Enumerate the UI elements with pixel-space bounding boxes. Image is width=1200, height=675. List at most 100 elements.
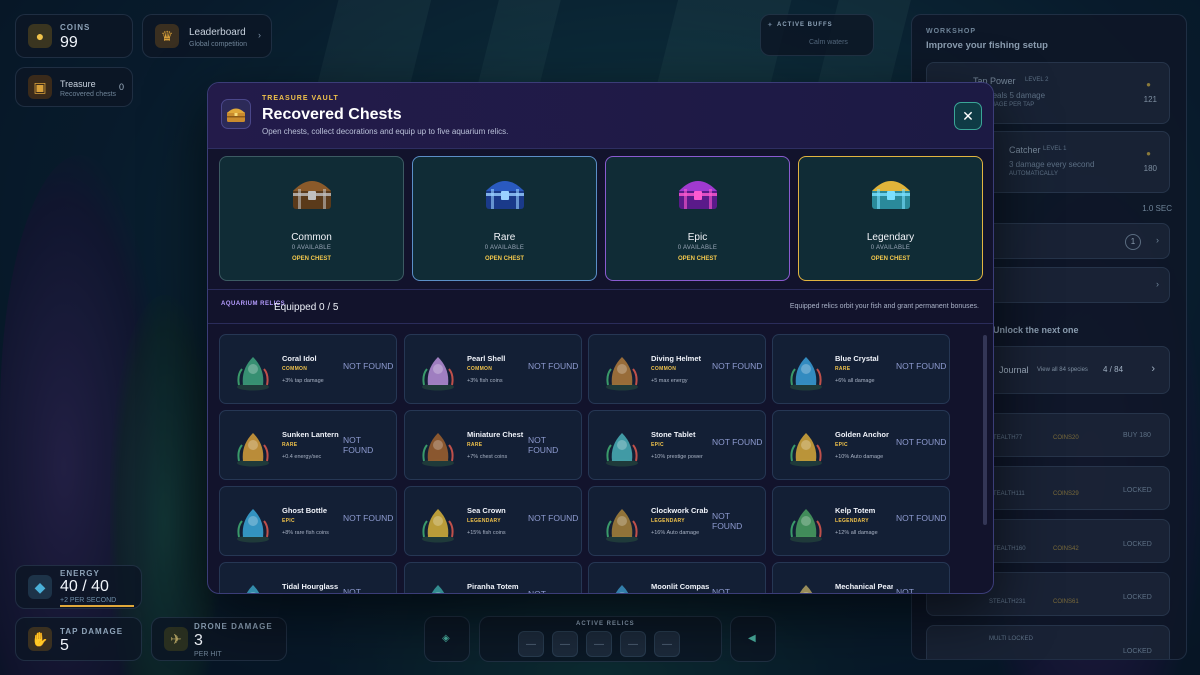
epic-chest-icon bbox=[678, 181, 717, 209]
relic-status: NOT FOUND bbox=[343, 435, 374, 455]
relic-slot[interactable]: — bbox=[654, 631, 680, 657]
gem-icon: ◈ bbox=[442, 633, 450, 644]
relic-card[interactable]: Blue Crystal RARE +6% all damage NOT FOUND bbox=[772, 334, 950, 404]
relic-status: NOT FOUND bbox=[712, 511, 743, 531]
leaderboard-button[interactable]: ♛ Leaderboard Global competition › bbox=[142, 14, 272, 58]
relic-rarity: RARE bbox=[282, 442, 298, 448]
relic-slot[interactable]: — bbox=[586, 631, 612, 657]
relic-slot[interactable]: — bbox=[518, 631, 544, 657]
relic-name: Pearl Shell bbox=[467, 354, 506, 363]
relic-name: Miniature Chest bbox=[467, 430, 524, 439]
active-buffs-panel: ✦ ACTIVE BUFFS Calm waters bbox=[760, 14, 874, 56]
relic-rarity: COMMON bbox=[651, 366, 677, 372]
relic-effect: +16% Auto damage bbox=[651, 530, 700, 536]
relic-name: Golden Anchor bbox=[835, 430, 889, 439]
tap-power-level: LEVEL 2 bbox=[1025, 77, 1049, 83]
close-button[interactable]: ✕ bbox=[954, 102, 982, 130]
open-chest-button[interactable]: OPEN CHEST bbox=[220, 256, 403, 262]
relic-card[interactable]: Moonlit Compass NOT bbox=[588, 562, 766, 594]
chest-card-rare[interactable]: Rare 0 AVAILABLE OPEN CHEST bbox=[412, 156, 597, 281]
mini-chest-icon bbox=[422, 433, 454, 467]
drone-row-action: LOCKED bbox=[1123, 594, 1152, 601]
drone-row-name: MULTI LOCKED bbox=[989, 636, 1033, 642]
relic-card[interactable]: Ghost Bottle EPIC +8% rare fish coins NOT F… bbox=[219, 486, 397, 556]
relic-status: NOT bbox=[712, 587, 730, 594]
open-chest-button[interactable]: OPEN CHEST bbox=[413, 256, 596, 262]
chest-card-common[interactable]: Common 0 AVAILABLE OPEN CHEST bbox=[219, 156, 404, 281]
active-buffs-text: Calm waters bbox=[809, 39, 848, 46]
relic-card[interactable]: Stone Tablet EPIC +10% prestige power NOT F… bbox=[588, 410, 766, 480]
relic-effect: +12% all damage bbox=[835, 530, 878, 536]
relic-status: NOT FOUND bbox=[896, 437, 947, 447]
catcher-cost: 180 bbox=[1143, 164, 1157, 173]
energy-bar bbox=[60, 605, 134, 607]
relic-status: NOT FOUND bbox=[528, 435, 559, 455]
treasure-button[interactable]: ▣ Treasure Recovered chests 0 bbox=[15, 67, 133, 107]
treasure-vault-modal: TREASURE VAULT Recovered Chests Open che… bbox=[207, 82, 994, 594]
catcher-desc2: AUTOMATICALLY bbox=[1009, 171, 1059, 177]
modal-title: Recovered Chests bbox=[262, 106, 402, 123]
active-relics-label: ACTIVE RELICS bbox=[576, 621, 635, 627]
tap-icon: ✋ bbox=[28, 627, 52, 651]
drone-row-action: LOCKED bbox=[1123, 487, 1152, 494]
relic-slot[interactable]: — bbox=[620, 631, 646, 657]
relic-card[interactable]: Miniature Chest RARE +7% chest coins NOT FO… bbox=[404, 410, 582, 480]
relic-name: Sunken Lantern bbox=[282, 430, 339, 439]
sound-button[interactable]: ◀ bbox=[730, 616, 776, 662]
energy-bar-fill bbox=[60, 605, 134, 607]
drone-row[interactable]: MULTI LOCKED LOCKED bbox=[926, 625, 1170, 659]
chevron-right-icon: › bbox=[1151, 363, 1155, 375]
relic-status: NOT bbox=[343, 587, 361, 594]
tap-damage-value: 5 bbox=[60, 637, 69, 654]
relic-name: Stone Tablet bbox=[651, 430, 696, 439]
coins-panel: ● COINS 99 bbox=[15, 14, 133, 58]
relic-status: NOT FOUND bbox=[712, 361, 763, 371]
relic-card[interactable]: Diving Helmet COMMON +5 max energy NOT FOUN… bbox=[588, 334, 766, 404]
relic-card[interactable]: Pearl Shell COMMON +3% fish coins NOT FOUND bbox=[404, 334, 582, 404]
chevron-right-icon: › bbox=[258, 30, 261, 40]
relic-card[interactable]: Golden Anchor EPIC +10% Auto damage NOT FOU… bbox=[772, 410, 950, 480]
treasure-count: 0 bbox=[118, 82, 124, 92]
chevron-right-icon: › bbox=[1156, 279, 1159, 289]
relic-effect: +6% all damage bbox=[835, 378, 875, 384]
anchor-icon bbox=[790, 433, 822, 467]
relic-card[interactable]: Sea Crown LEGENDARY +15% fish coins NOT FOU… bbox=[404, 486, 582, 556]
relic-slot[interactable]: — bbox=[552, 631, 578, 657]
relics-scrollbar[interactable] bbox=[983, 335, 987, 525]
open-chest-button[interactable]: OPEN CHEST bbox=[606, 256, 789, 262]
journal-title: Journal bbox=[999, 365, 1029, 375]
energy-label: ENERGY bbox=[60, 569, 100, 578]
inventory-button[interactable]: ◈ bbox=[424, 616, 470, 662]
relic-card[interactable]: Piranha Totem NOT bbox=[404, 562, 582, 593]
drone-row-coins: COINS20 bbox=[1053, 435, 1079, 441]
drone-row-action: LOCKED bbox=[1123, 541, 1152, 548]
relics-grid[interactable]: Coral Idol COMMON +3% tap damage NOT FOUND P… bbox=[208, 324, 993, 594]
hourglass-icon bbox=[246, 585, 260, 593]
relic-card[interactable]: Coral Idol COMMON +3% tap damage NOT FOUND bbox=[219, 334, 397, 404]
chest-name: Legendary bbox=[866, 232, 915, 243]
drone-row-name: STEALTH231 bbox=[989, 599, 1026, 605]
relic-name: Kelp Totem bbox=[835, 506, 876, 515]
chest-available: 0 AVAILABLE bbox=[870, 245, 911, 251]
chest-card-legendary[interactable]: Legendary 0 AVAILABLE OPEN CHEST bbox=[798, 156, 983, 281]
chest-card-epic[interactable]: Epic 0 AVAILABLE OPEN CHEST bbox=[605, 156, 790, 281]
relic-effect: +5 max energy bbox=[651, 378, 688, 384]
relic-card[interactable]: Sunken Lantern RARE +0.4 energy/sec NOT FOU… bbox=[219, 410, 397, 480]
workshop-eyebrow: WORKSHOP bbox=[926, 28, 976, 35]
relic-card[interactable]: Kelp Totem LEGENDARY +12% all damage NOT FO… bbox=[772, 486, 950, 556]
catcher-level: LEVEL 1 bbox=[1043, 146, 1067, 152]
modal-subtitle: Open chests, collect decorations and equ… bbox=[262, 127, 509, 136]
relic-card[interactable]: Mechanical Pearl NOT bbox=[772, 562, 950, 593]
speaker-icon: ◀ bbox=[748, 633, 756, 644]
rare-chest-icon bbox=[485, 181, 524, 209]
energy-icon: ◆ bbox=[28, 575, 52, 599]
relic-rarity: RARE bbox=[467, 442, 483, 448]
relic-card[interactable]: Clockwork Crab LEGENDARY +16% Auto damage N… bbox=[588, 486, 766, 556]
modal-header: TREASURE VAULT Recovered Chests Open che… bbox=[208, 83, 993, 149]
pearl-shell-icon bbox=[422, 357, 454, 391]
open-chest-button[interactable]: OPEN CHEST bbox=[799, 256, 982, 262]
relic-rarity: EPIC bbox=[835, 442, 848, 448]
relic-effect: +8% rare fish coins bbox=[282, 530, 329, 536]
modal-eyebrow: TREASURE VAULT bbox=[262, 95, 339, 102]
relic-card[interactable]: Tidal Hourglass NOT bbox=[219, 562, 397, 594]
